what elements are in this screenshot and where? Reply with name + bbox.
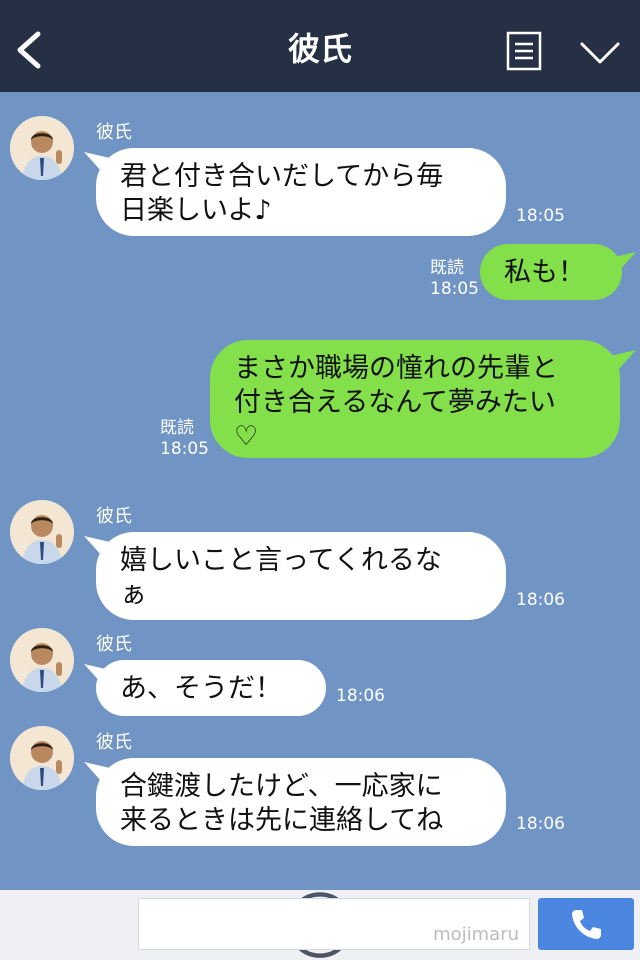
menu-icon[interactable] xyxy=(506,31,542,71)
watermark-text: mojimaru xyxy=(433,924,519,945)
avatar-person-icon xyxy=(10,116,74,180)
read-receipt: 既読 18:05 xyxy=(430,258,479,300)
sender-name: 彼氏 xyxy=(96,122,132,143)
avatar-person-icon xyxy=(10,726,74,790)
chat-title: 彼氏 xyxy=(287,30,352,68)
message-bubble[interactable]: 合鍵渡したけど、一応家に 来るときは先に連絡してね xyxy=(96,758,506,846)
chat-area[interactable]: 彼氏 君と付き合いだしてから毎 日楽しいよ♪ 18:05 既読 18:05 私も… xyxy=(0,92,640,890)
avatar-person-icon xyxy=(10,628,74,692)
sender-name: 彼氏 xyxy=(96,634,132,655)
message-time: 18:05 xyxy=(516,206,565,226)
sender-name: 彼氏 xyxy=(96,506,132,527)
message-time: 18:05 xyxy=(160,439,209,459)
phone-icon xyxy=(572,910,601,939)
read-label: 既読 xyxy=(430,258,464,278)
avatar[interactable] xyxy=(10,500,74,564)
read-label: 既読 xyxy=(160,418,194,438)
avatar-person-icon xyxy=(10,500,74,564)
call-button[interactable] xyxy=(538,898,634,950)
message-time: 18:06 xyxy=(516,814,565,834)
message-time: 18:06 xyxy=(516,590,565,610)
avatar[interactable] xyxy=(10,628,74,692)
read-receipt: 既読 18:05 xyxy=(160,418,209,460)
sender-name: 彼氏 xyxy=(96,732,132,753)
message-bubble[interactable]: あ、そうだ！ xyxy=(96,660,326,716)
message-bubble[interactable]: 嬉しいこと言ってくれるな ぁ xyxy=(96,532,506,620)
avatar[interactable] xyxy=(10,116,74,180)
avatar[interactable] xyxy=(10,726,74,790)
message-bubble[interactable]: 私も！ xyxy=(480,244,622,300)
message-input[interactable]: mojimaru xyxy=(138,898,530,950)
message-time: 18:05 xyxy=(430,279,479,299)
chat-header: 彼氏 xyxy=(0,0,640,92)
message-bubble[interactable]: まさか職場の憧れの先輩と 付き合えるなんて夢みたい ♡ xyxy=(210,340,620,458)
message-bubble[interactable]: 君と付き合いだしてから毎 日楽しいよ♪ xyxy=(96,148,506,236)
message-time: 18:06 xyxy=(336,686,385,706)
chevron-down-icon[interactable] xyxy=(578,38,622,68)
